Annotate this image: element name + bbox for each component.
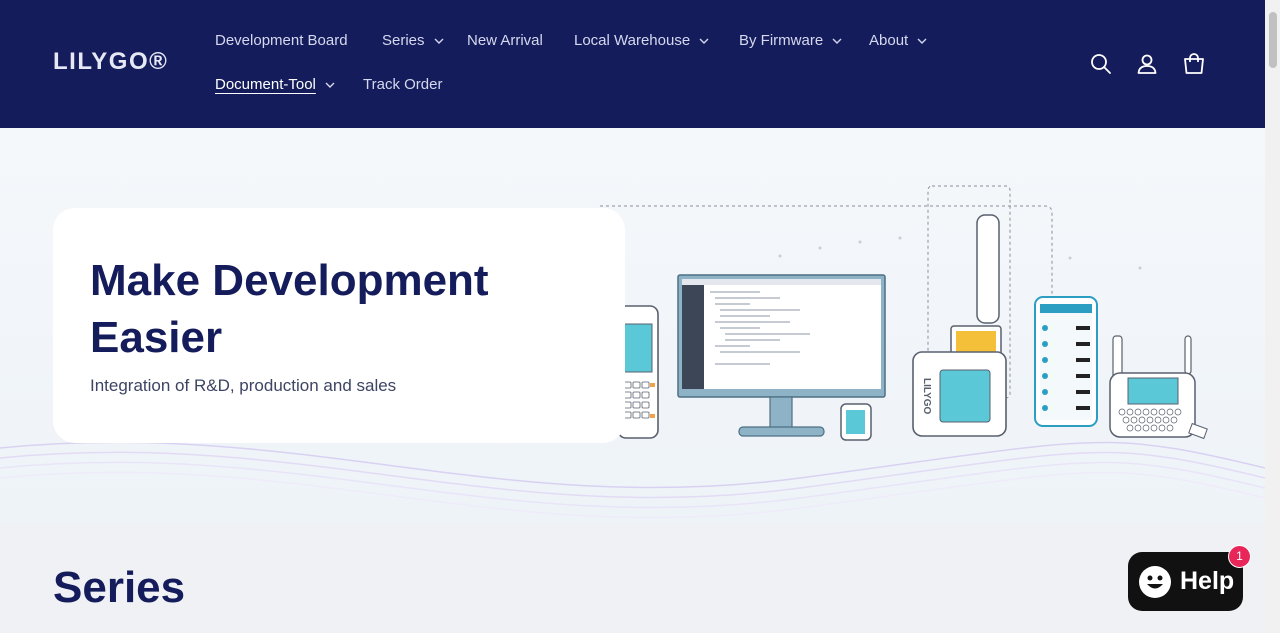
nav-development-board[interactable]: Development Board — [215, 30, 348, 52]
cart-icon[interactable] — [1182, 52, 1206, 76]
chevron-down-icon — [325, 82, 335, 88]
chevron-down-icon — [699, 38, 709, 44]
page-scrollbar[interactable] — [1265, 0, 1280, 633]
site-header: LILYGO® Development Board Series New Arr… — [0, 0, 1265, 128]
nav-label: Development Board — [215, 32, 348, 49]
site-logo[interactable]: LILYGO® — [53, 48, 168, 76]
hero-title: Make Development Easier — [90, 256, 489, 362]
chevron-down-icon — [917, 38, 927, 44]
chevron-down-icon — [832, 38, 842, 44]
search-icon[interactable] — [1089, 52, 1113, 76]
nav-document-tool[interactable]: Document-Tool — [215, 74, 336, 96]
nav-label: Series — [382, 32, 425, 49]
nav-about[interactable]: About — [869, 30, 928, 52]
nav-new-arrival[interactable]: New Arrival — [467, 30, 543, 52]
nav-label: Local Warehouse — [574, 32, 691, 49]
nav-label: About — [869, 32, 909, 49]
hero-card: Make Development Easier Integration of R… — [53, 208, 625, 443]
nav-label: Track Order — [363, 76, 443, 93]
nav-local-warehouse[interactable]: Local Warehouse — [574, 30, 710, 52]
series-section: Series — [0, 523, 1265, 633]
series-heading: Series — [53, 563, 186, 612]
chevron-down-icon — [434, 38, 444, 44]
nav-track-order[interactable]: Track Order — [363, 74, 442, 96]
chat-smiley-icon — [1139, 565, 1171, 598]
help-chat-button[interactable]: Help — [1128, 552, 1243, 611]
nav-label: Document-Tool — [215, 76, 316, 93]
hero-subtitle: Integration of R&D, production and sales — [90, 376, 397, 395]
nav-label: By Firmware — [739, 32, 824, 49]
help-label: Help — [1180, 567, 1235, 595]
hero-banner: LILYGO Make Development Easier Integrati… — [0, 128, 1265, 523]
nav-by-firmware[interactable]: By Firmware — [739, 30, 843, 52]
scrollbar-thumb[interactable] — [1269, 12, 1277, 68]
account-icon[interactable] — [1135, 52, 1159, 76]
help-notification-badge: 1 — [1228, 545, 1251, 568]
nav-series[interactable]: Series — [382, 30, 445, 52]
devices-illustration: LILYGO — [600, 185, 1208, 441]
nav-label: New Arrival — [467, 32, 543, 49]
device-brand-label: LILYGO — [921, 378, 932, 415]
